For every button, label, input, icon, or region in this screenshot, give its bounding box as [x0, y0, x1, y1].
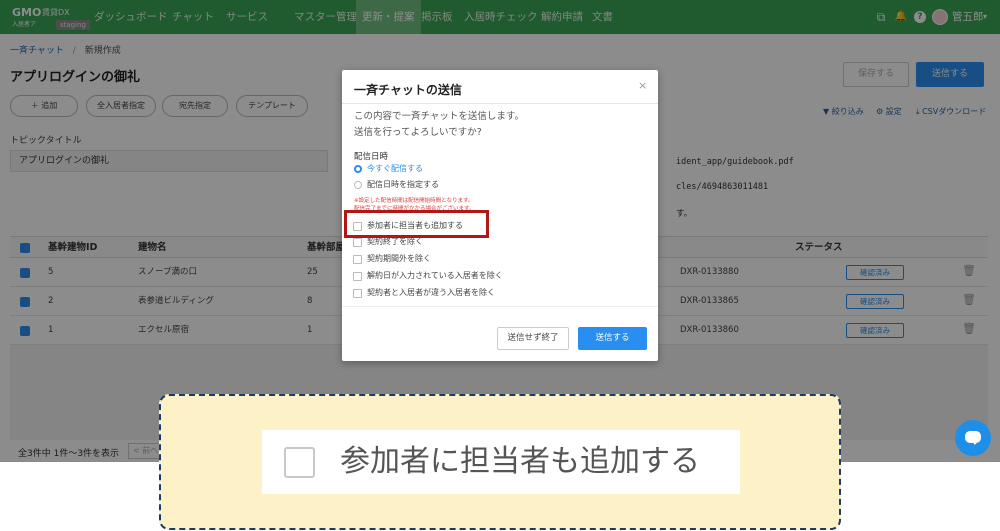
radio-schedule-label[interactable]: 配信日時を指定する: [367, 179, 439, 190]
checkbox-exclude-diff-resident-label[interactable]: 契約者と入居者が違う入居者を除く: [367, 287, 495, 298]
callout-content: 参加者に担当者も追加する: [262, 430, 740, 494]
cancel-button[interactable]: 送信せず終了: [497, 327, 569, 350]
modal-title: 一斉チャットの送信: [354, 83, 462, 97]
schedule-label: 配信日時: [354, 152, 389, 162]
callout-label: 参加者に担当者も追加する: [340, 444, 700, 479]
send-confirm-modal: 一斉チャットの送信 × この内容で一斉チャットを送信します。 送信を行ってよろし…: [342, 70, 658, 361]
checkbox-exclude-out-of-term-label[interactable]: 契約期間外を除く: [367, 253, 431, 264]
callout-checkbox: [284, 447, 315, 478]
chat-bubble-icon: [965, 431, 981, 445]
checkbox-exclude-ended[interactable]: [353, 238, 362, 247]
modal-message-1: この内容で一斉チャットを送信します。: [354, 111, 524, 122]
warning-text: ※設定した配信時間は配信開始時間となります。: [354, 198, 474, 204]
close-icon[interactable]: ×: [638, 79, 647, 92]
checkbox-exclude-cancel-date[interactable]: [353, 272, 362, 281]
radio-schedule[interactable]: [354, 181, 362, 189]
divider: [342, 306, 658, 307]
zoom-callout: 参加者に担当者も追加する: [159, 394, 841, 530]
highlight-box: [344, 210, 489, 238]
checkbox-exclude-diff-resident[interactable]: [353, 289, 362, 298]
divider: [342, 103, 658, 104]
radio-send-now[interactable]: [354, 165, 362, 173]
confirm-send-button[interactable]: 送信する: [578, 327, 647, 350]
checkbox-exclude-cancel-date-label[interactable]: 解約日が入力されている入居者を除く: [367, 270, 503, 281]
chat-support-button[interactable]: [955, 420, 991, 456]
checkbox-exclude-out-of-term[interactable]: [353, 255, 362, 264]
modal-message-2: 送信を行ってよろしいですか?: [354, 127, 482, 138]
radio-send-now-label[interactable]: 今すぐ配信する: [367, 163, 423, 174]
